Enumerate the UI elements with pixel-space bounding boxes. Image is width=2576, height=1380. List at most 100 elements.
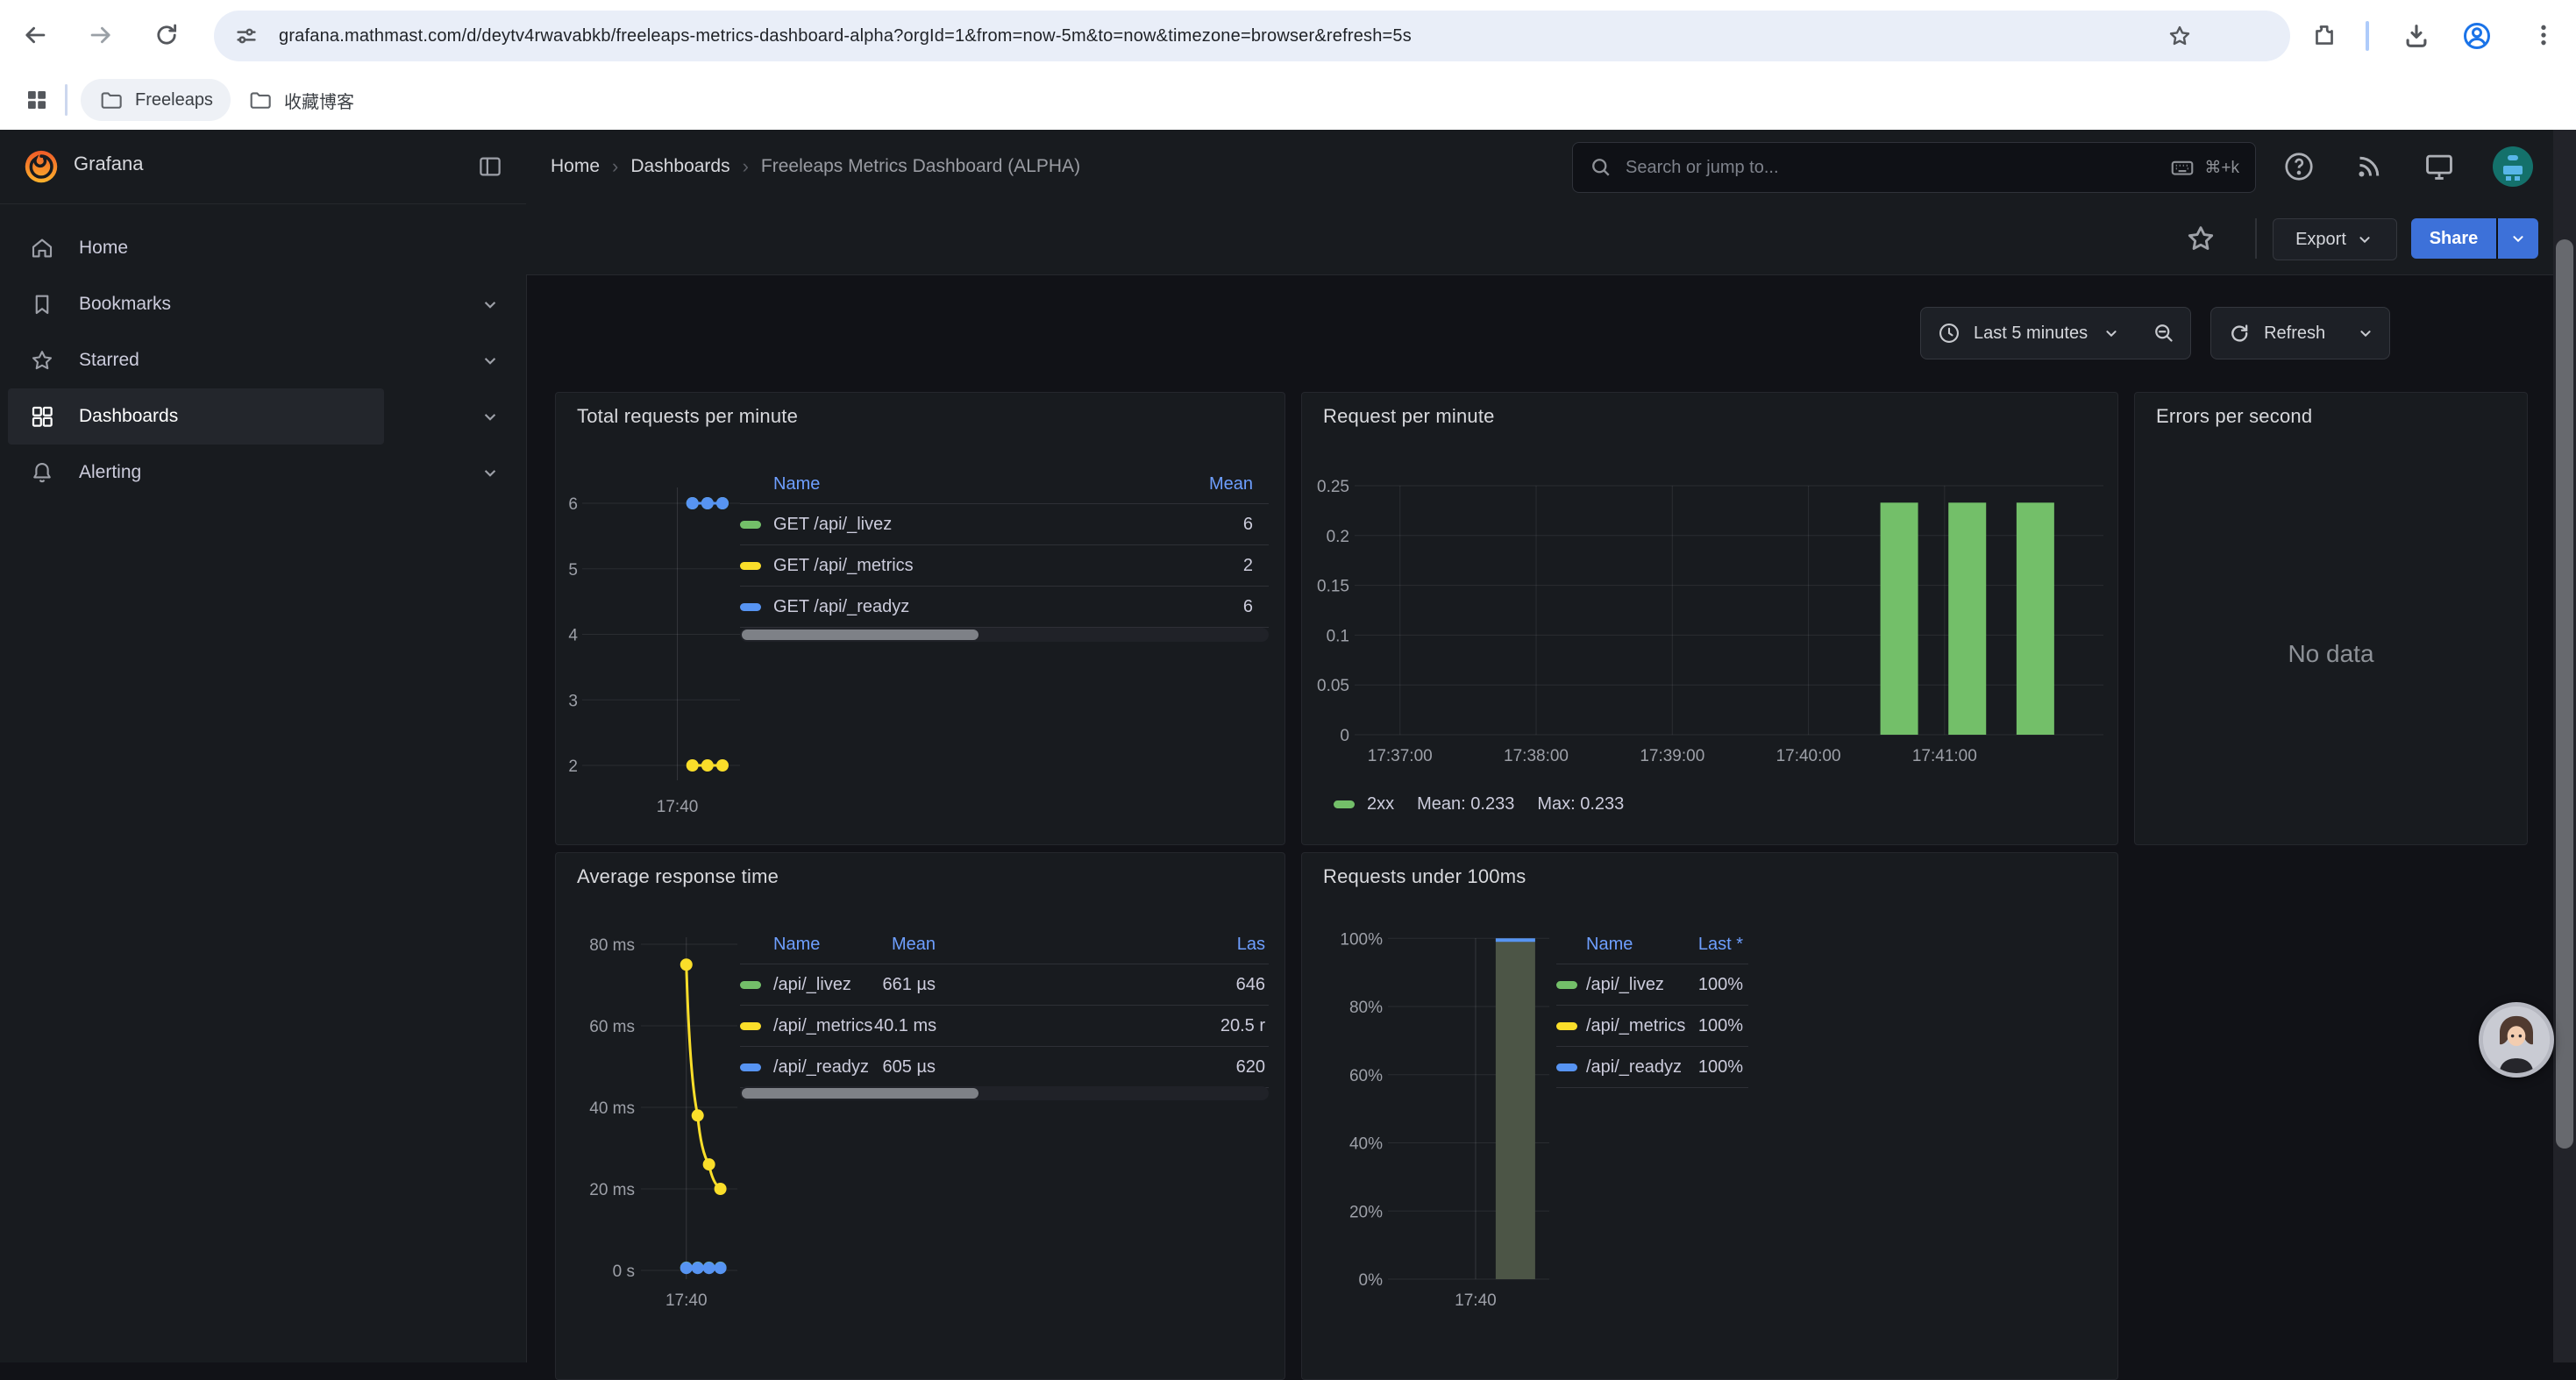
sidebar-item-bookmarks[interactable]: Bookmarks xyxy=(0,276,526,332)
favorite-star-icon[interactable] xyxy=(2181,219,2220,258)
series-name[interactable]: GET /api/_metrics xyxy=(773,545,1142,587)
series-name[interactable]: /api/_metrics xyxy=(773,1006,874,1047)
series-name[interactable]: /api/_livez xyxy=(1586,964,1687,1006)
forward-icon[interactable] xyxy=(85,19,117,51)
monitor-icon[interactable] xyxy=(2421,148,2458,185)
panel-total-requests-per-minute[interactable]: Total requests per minute 6543217:40 Nam… xyxy=(555,392,1285,845)
panel-requests-under-100ms[interactable]: Requests under 100ms 100%80%60%40%20%0%1… xyxy=(1301,852,2118,1380)
series-swatch xyxy=(1556,1022,1577,1030)
legend-row[interactable]: /api/_readyz605 µs620 xyxy=(740,1047,1269,1088)
panel-errors-per-second[interactable]: Errors per second No data xyxy=(2134,392,2528,845)
clock-icon xyxy=(1937,321,1961,345)
series-name[interactable]: /api/_metrics xyxy=(1586,1006,1687,1047)
svg-text:40%: 40% xyxy=(1349,1135,1383,1154)
bookmark-item[interactable]: 收藏博客 xyxy=(230,79,372,121)
url-bar[interactable]: grafana.mathmast.com/d/deytv4rwavabkb/fr… xyxy=(214,11,2290,61)
refresh-interval-dropdown[interactable] xyxy=(2342,324,2389,343)
chevron-down-icon[interactable] xyxy=(479,405,502,428)
breadcrumb-current: Freeleaps Metrics Dashboard (ALPHA) xyxy=(761,156,1080,177)
assistant-avatar[interactable] xyxy=(2479,1002,2554,1078)
bookmark-page-star-icon[interactable] xyxy=(2166,22,2194,50)
menu-kebab-icon[interactable] xyxy=(2529,20,2558,50)
legend-header[interactable]: Name xyxy=(1586,925,1687,964)
time-controls: Last 5 minutes Refresh xyxy=(1920,307,2390,359)
brand-label[interactable]: Grafana xyxy=(74,153,144,175)
reload-icon[interactable] xyxy=(151,19,182,51)
series-name[interactable]: GET /api/_readyz xyxy=(773,587,1142,628)
svg-text:100%: 100% xyxy=(1340,930,1383,949)
chevron-right-icon: › xyxy=(600,155,630,178)
help-icon[interactable] xyxy=(2281,148,2317,185)
user-avatar[interactable] xyxy=(2493,146,2533,187)
chevron-down-icon[interactable] xyxy=(479,349,502,372)
chevron-down-icon[interactable] xyxy=(479,461,502,484)
sidebar-item-label: Dashboards xyxy=(79,406,178,427)
legend-row[interactable]: /api/_livez661 µs646 xyxy=(740,964,1269,1006)
panel-average-response-time[interactable]: Average response time 80 ms60 ms40 ms20 … xyxy=(555,852,1285,1380)
sidebar-item-starred[interactable]: Starred xyxy=(0,332,526,388)
series-label: 2xx xyxy=(1367,794,1394,814)
sidebar-item-dashboards[interactable]: Dashboards xyxy=(0,388,526,445)
panel-title[interactable]: Errors per second xyxy=(2156,405,2312,428)
svg-text:0: 0 xyxy=(1340,727,1349,745)
legend-row[interactable]: /api/_metrics40.1 ms20.5 r xyxy=(740,1006,1269,1047)
legend-header[interactable]: Name xyxy=(773,925,874,964)
legend-row[interactable]: GET /api/_readyz6 xyxy=(740,587,1269,628)
series-swatch xyxy=(1556,981,1577,989)
breadcrumb-home[interactable]: Home xyxy=(551,156,600,177)
series-name[interactable]: /api/_readyz xyxy=(1586,1047,1687,1088)
legend-row[interactable]: /api/_readyz100% xyxy=(1556,1047,1748,1088)
svg-text:20 ms: 20 ms xyxy=(589,1181,635,1199)
extensions-icon[interactable] xyxy=(2309,20,2339,50)
svg-text:0 s: 0 s xyxy=(613,1263,635,1281)
legend-row[interactable]: GET /api/_livez6 xyxy=(740,504,1269,545)
chevron-down-icon[interactable] xyxy=(479,293,502,316)
svg-text:17:40: 17:40 xyxy=(665,1291,708,1310)
svg-text:6: 6 xyxy=(568,495,578,514)
legend-header[interactable]: Las xyxy=(937,925,1269,964)
search-input[interactable]: Search or jump to... ⌘+k xyxy=(1572,142,2256,193)
grafana-logo-icon[interactable] xyxy=(19,144,63,188)
back-icon[interactable] xyxy=(19,19,51,51)
series-swatch xyxy=(740,981,761,989)
chevron-down-icon xyxy=(2508,229,2528,248)
site-settings-icon[interactable] xyxy=(233,23,260,49)
legend-row[interactable]: /api/_metrics100% xyxy=(1556,1006,1748,1047)
collapse-sidebar-icon[interactable] xyxy=(476,153,504,181)
time-range-label: Last 5 minutes xyxy=(1974,324,2088,344)
legend-header[interactable]: Mean xyxy=(874,925,937,964)
sidebar-item-home[interactable]: Home xyxy=(0,220,526,276)
series-name[interactable]: /api/_readyz xyxy=(773,1047,874,1088)
legend-header[interactable]: Last * xyxy=(1687,925,1748,964)
svg-text:3: 3 xyxy=(568,692,578,710)
time-range-picker[interactable]: Last 5 minutes xyxy=(1921,321,2137,345)
legend-header[interactable]: Name xyxy=(773,465,1142,504)
bookmark-item[interactable]: Freeleaps xyxy=(81,79,231,121)
url-text[interactable]: grafana.mathmast.com/d/deytv4rwavabkb/fr… xyxy=(279,26,2164,46)
legend-h-scrollbar[interactable] xyxy=(740,628,1269,642)
breadcrumb-dashboards[interactable]: Dashboards xyxy=(630,156,729,177)
export-button[interactable]: Export xyxy=(2273,218,2397,260)
sidebar-item-alerting[interactable]: Alerting xyxy=(0,445,526,501)
zoom-out-button[interactable] xyxy=(2138,321,2190,345)
page-scrollbar[interactable] xyxy=(2556,239,2573,1149)
legend-header[interactable]: Mean xyxy=(1142,465,1269,504)
series-name[interactable]: GET /api/_livez xyxy=(773,504,1142,545)
legend-2xx[interactable]: 2xx Mean: 0.233 Max: 0.233 xyxy=(1334,794,1624,814)
series-name[interactable]: /api/_livez xyxy=(773,964,874,1006)
share-button[interactable]: Share xyxy=(2411,218,2496,259)
legend-row[interactable]: /api/_livez100% xyxy=(1556,964,1748,1006)
legend-row[interactable]: GET /api/_metrics2 xyxy=(740,545,1269,587)
panel-request-per-minute[interactable]: Request per minute 0.250.20.150.10.05017… xyxy=(1301,392,2118,845)
series-last: 620 xyxy=(937,1047,1269,1088)
refresh-button[interactable]: Refresh xyxy=(2211,321,2341,345)
legend-h-scrollbar[interactable] xyxy=(740,1086,1269,1100)
profile-avatar-icon[interactable] xyxy=(2460,19,2494,53)
rss-news-icon[interactable] xyxy=(2351,148,2387,185)
share-dropdown-button[interactable] xyxy=(2498,218,2538,259)
sidebar-item-label: Bookmarks xyxy=(79,294,171,315)
download-icon[interactable] xyxy=(2401,20,2432,52)
series-last: 100% xyxy=(1687,964,1748,1006)
series-mean: 6 xyxy=(1142,504,1269,545)
apps-grid-icon[interactable] xyxy=(23,86,51,114)
